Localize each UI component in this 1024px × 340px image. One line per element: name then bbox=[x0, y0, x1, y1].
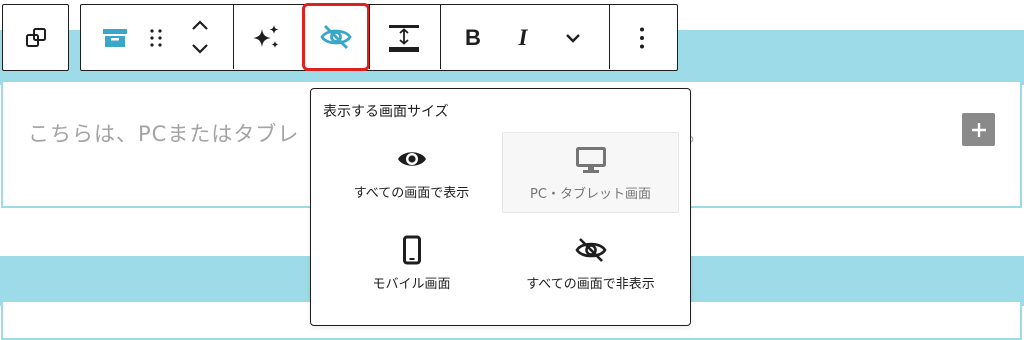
option-label: すべての画面で非表示 bbox=[526, 277, 655, 292]
highlight-annotation bbox=[302, 3, 370, 71]
vertical-spacing-icon bbox=[389, 25, 419, 52]
plus-icon bbox=[971, 122, 986, 137]
toolbar-separator bbox=[233, 5, 234, 69]
ai-sparkle-icon bbox=[253, 25, 279, 48]
duplicate-icon bbox=[25, 27, 46, 47]
desktop-monitor-icon bbox=[575, 147, 606, 173]
eye-slash-icon bbox=[574, 238, 607, 262]
move-down-button[interactable] bbox=[184, 38, 216, 60]
eye-icon bbox=[397, 152, 426, 166]
block-type-icon bbox=[103, 29, 127, 47]
italic-button[interactable]: I bbox=[506, 20, 540, 56]
toolbar-separator bbox=[440, 5, 441, 69]
chevron-down-icon bbox=[566, 34, 580, 43]
option-pc-tablet[interactable]: PC・タブレット画面 bbox=[502, 132, 679, 213]
visibility-popover: 表示する画面サイズ すべての画面で表示 PC・タブレット画面 モバイル画面 すべ… bbox=[310, 88, 691, 326]
kebab-menu-icon bbox=[640, 27, 644, 49]
option-label: すべての画面で表示 bbox=[353, 186, 470, 201]
option-hide-all[interactable]: すべての画面で非表示 bbox=[502, 223, 679, 304]
ai-assist-button[interactable] bbox=[245, 17, 289, 59]
option-mobile[interactable]: モバイル画面 bbox=[323, 223, 500, 304]
option-label: モバイル画面 bbox=[372, 277, 451, 292]
popover-title: 表示する画面サイズ bbox=[323, 104, 449, 120]
mobile-phone-icon bbox=[402, 235, 421, 265]
option-show-all[interactable]: すべての画面で表示 bbox=[323, 132, 500, 213]
duplicate-button[interactable] bbox=[2, 4, 69, 71]
spacing-button[interactable] bbox=[383, 17, 425, 59]
italic-label: I bbox=[518, 25, 528, 50]
drag-handle-icon bbox=[150, 29, 162, 47]
toolbar-separator bbox=[609, 5, 610, 69]
block-type-button[interactable] bbox=[96, 20, 134, 56]
move-up-icon bbox=[192, 20, 208, 30]
option-label: PC・タブレット画面 bbox=[530, 187, 651, 202]
more-formats-button[interactable] bbox=[556, 22, 590, 54]
block-options-button[interactable] bbox=[622, 20, 662, 56]
drag-handle[interactable] bbox=[143, 20, 169, 56]
add-block-button[interactable] bbox=[962, 113, 995, 146]
paragraph-placeholder[interactable]: こちらは、PCまたはタブレ bbox=[28, 118, 299, 148]
move-up-button[interactable] bbox=[184, 14, 216, 36]
bold-button[interactable]: B bbox=[456, 20, 490, 56]
move-down-icon bbox=[192, 44, 208, 54]
toolbar-separator bbox=[369, 5, 370, 69]
bold-label: B bbox=[465, 25, 481, 50]
